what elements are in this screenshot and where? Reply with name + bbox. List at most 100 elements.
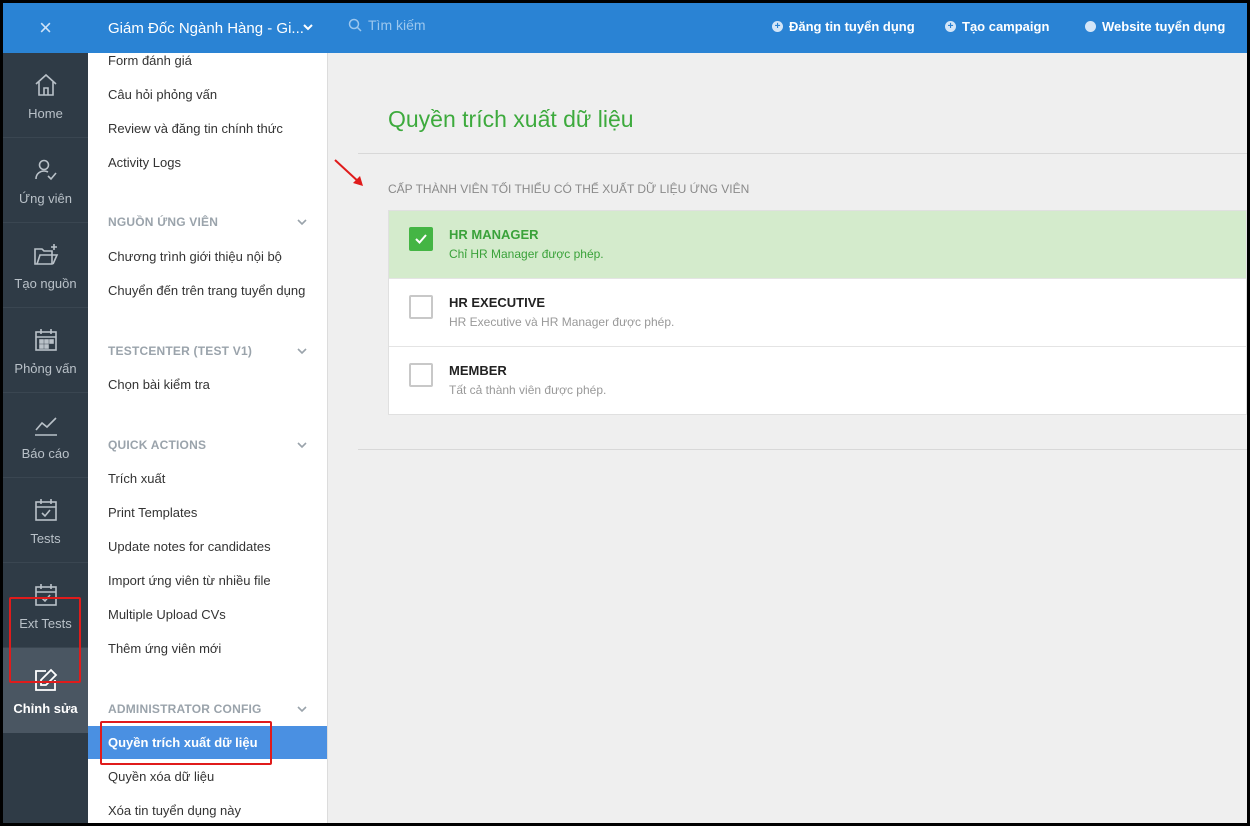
option-desc: HR Executive và HR Manager được phép. [449,315,675,329]
rail-item-sourcing[interactable]: Tạo nguồn [3,223,88,308]
user-check-icon [31,155,61,185]
menu-item[interactable]: Update notes for candidates [88,530,327,563]
globe-icon [1085,21,1096,32]
menu-item[interactable]: Chương trình giới thiệu nội bộ [88,240,327,273]
chevron-down-icon [297,703,307,717]
option-title: HR MANAGER [449,227,539,242]
folder-plus-icon [31,240,61,270]
plus-circle-icon: + [945,21,956,32]
menu-label: Update notes for candidates [108,539,271,554]
rail-item-reports[interactable]: Báo cáo [3,393,88,478]
rail-item-interview[interactable]: Phỏng vấn [3,308,88,393]
calendar-icon [31,325,61,355]
menu-label: Thêm ứng viên mới [108,641,222,656]
chevron-down-icon [297,216,307,230]
link-label: Đăng tin tuyển dụng [789,19,915,34]
menu-label: Import ứng viên từ nhiều file [108,573,271,588]
link-label: Website tuyển dụng [1102,19,1226,34]
rail-label: Ứng viên [18,190,73,206]
option-hr-manager[interactable]: HR MANAGER Chỉ HR Manager được phép. [389,211,1246,279]
app-window: × Home Ứng viên Tạo nguồn Phỏng vấn Báo … [3,3,1247,823]
menu-label: Chương trình giới thiệu nội bộ [108,249,282,264]
search-input[interactable]: Tìm kiếm [348,17,426,33]
left-rail: × Home Ứng viên Tạo nguồn Phỏng vấn Báo … [3,3,88,823]
menu-item[interactable]: Form đánh giá [88,44,327,76]
permission-options: HR MANAGER Chỉ HR Manager được phép. HR … [388,210,1247,415]
menu-item[interactable]: Chọn bài kiểm tra [88,368,327,401]
menu-label: Activity Logs [108,155,181,170]
annotation-arrow [334,159,363,186]
option-hr-executive[interactable]: HR EXECUTIVE HR Executive và HR Manager … [389,279,1246,347]
option-title: HR EXECUTIVE [449,295,546,310]
rail-item-home[interactable]: Home [3,53,88,138]
menu-label: Trích xuất [108,471,166,486]
menu-label: Form đánh giá [108,52,192,68]
menu-item[interactable]: Câu hỏi phỏng vấn [88,78,327,111]
main-content: Quyền trích xuất dữ liệu CẤP THÀNH VIÊN … [328,53,1247,823]
menu-item[interactable]: Print Templates [88,496,327,529]
rail-filler [3,733,88,823]
menu-label: Quyền xóa dữ liệu [108,769,215,784]
menu-item[interactable]: Review và đăng tin chính thức [88,112,327,145]
menu-label: Chuyển đến trên trang tuyển dụng [108,283,306,298]
menu-label: Xóa tin tuyển dụng này [108,803,241,818]
section-header-quick-actions[interactable]: QUICK ACTIONS [88,433,327,457]
checkbox[interactable] [409,295,433,319]
menu-item[interactable]: Multiple Upload CVs [88,598,327,631]
secondary-sidebar: Giám Đốc Ngành Hàng - Gi... Form đánh gi… [88,3,328,823]
option-title: MEMBER [449,363,507,378]
page-title: Quyền trích xuất dữ liệu [388,106,634,132]
search-placeholder: Tìm kiếm [368,17,426,33]
chart-line-icon [31,410,61,440]
menu-item[interactable]: Thêm ứng viên mới [88,632,327,665]
menu-item[interactable]: Activity Logs [88,146,327,179]
rail-item-tests[interactable]: Tests [3,478,88,563]
post-job-link[interactable]: + Đăng tin tuyển dụng [772,19,915,34]
divider [358,449,1247,450]
menu-item[interactable]: Xóa tin tuyển dụng này [88,794,327,823]
option-desc: Chỉ HR Manager được phép. [449,247,604,261]
menu-label: Chọn bài kiểm tra [108,377,210,392]
menu-item[interactable]: Trích xuất [88,462,327,495]
section-title: QUICK ACTIONS [108,438,207,452]
link-label: Tạo campaign [962,19,1050,34]
section-header-sources[interactable]: NGUỒN ỨNG VIÊN [88,210,327,234]
rail-label: Tạo nguồn [14,275,77,291]
chevron-down-icon [297,439,307,453]
career-website-link[interactable]: Website tuyển dụng [1085,19,1225,34]
section-header-admin-config[interactable]: ADMINISTRATOR CONFIG [88,697,327,721]
section-header-testcenter[interactable]: TESTCENTER (TEST V1) [88,339,327,363]
menu-label: Print Templates [108,505,198,520]
close-icon[interactable]: × [3,3,88,53]
field-label: CẤP THÀNH VIÊN TỐI THIỂU CÓ THỂ XUẤT DỮ … [388,182,750,196]
highlight-box-menu [100,721,272,765]
check-icon [415,234,427,244]
chevron-down-icon [302,20,314,37]
calendar-check-icon [31,495,61,525]
menu-item[interactable]: Import ứng viên từ nhiều file [88,564,327,597]
chevron-down-icon [297,345,307,359]
search-icon [348,18,362,32]
rail-label: Home [28,105,63,121]
home-icon [31,70,61,100]
rail-label: Chỉnh sửa [13,701,78,716]
job-title: Giám Đốc Ngành Hàng - Gi... [108,19,304,37]
highlight-box-rail [9,597,81,683]
top-bar: Tìm kiếm + Đăng tin tuyển dụng + Tạo cam… [328,3,1247,53]
checkbox[interactable] [409,363,433,387]
checkbox-checked[interactable] [409,227,433,251]
option-member[interactable]: MEMBER Tất cả thành viên được phép. [389,347,1246,414]
menu-item[interactable]: Chuyển đến trên trang tuyển dụng [88,274,327,307]
menu-label: Review và đăng tin chính thức [108,121,283,136]
option-desc: Tất cả thành viên được phép. [449,383,607,397]
create-campaign-link[interactable]: + Tạo campaign [945,19,1049,34]
plus-circle-icon: + [772,21,783,32]
section-title: TESTCENTER (TEST V1) [108,344,253,358]
divider [358,153,1247,154]
rail-item-candidates[interactable]: Ứng viên [3,138,88,223]
rail-label: Tests [30,530,61,546]
rail-label: Phỏng vấn [14,360,77,376]
section-title: NGUỒN ỨNG VIÊN [108,215,219,229]
menu-label: Câu hỏi phỏng vấn [108,87,218,102]
section-title: ADMINISTRATOR CONFIG [108,702,262,716]
